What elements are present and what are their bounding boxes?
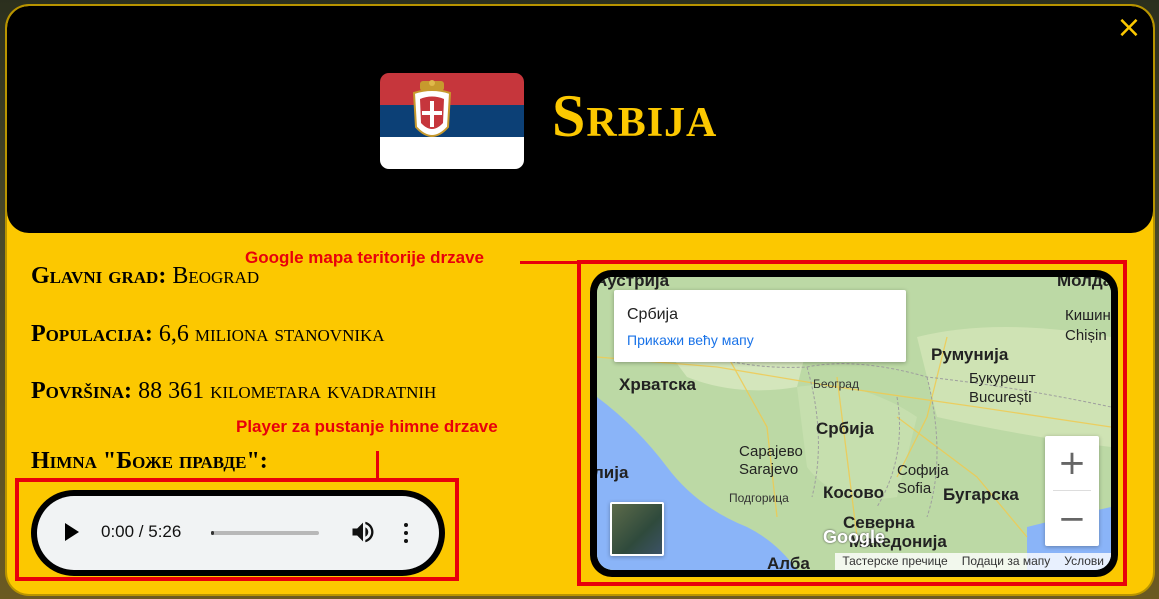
area-row: Površina: 88 361 kilometara kvadratnih: [31, 378, 436, 405]
map-data-link[interactable]: Подаци за мапу: [955, 553, 1058, 570]
map-label-bucuresti-lat: București: [969, 389, 1032, 406]
anthem-label: Himna "Боже правде":: [31, 448, 268, 474]
satellite-layer-toggle[interactable]: [610, 502, 664, 556]
map-label-beograd: Београд: [813, 377, 859, 391]
map-label-kosovo: Косово: [823, 483, 884, 502]
map-label-sarajevo-lat: Sarajevo: [739, 461, 799, 478]
map-label-kishinev: Кишин: [1065, 307, 1111, 324]
map-zoom-controls: + −: [1045, 436, 1099, 546]
keyboard-shortcuts-link[interactable]: Тастерске пречице: [835, 553, 954, 570]
view-larger-map-link[interactable]: Прикажи већу мапу: [627, 332, 754, 348]
map-label-podgorica: Подгорица: [729, 491, 789, 505]
terms-link[interactable]: Услови: [1057, 553, 1111, 570]
map-info-card: Србија Прикажи већу мапу: [614, 290, 906, 362]
country-modal: × Srbija Glavni grad: Beograd Populacija…: [7, 6, 1153, 594]
map-label-bucuresti-cyr: Букурешт: [969, 370, 1036, 387]
player-annotation: Player za pustanje himne drzave: [236, 417, 498, 436]
map-label-sofija-cyr: Софија: [897, 462, 949, 479]
close-icon[interactable]: ×: [1115, 13, 1143, 43]
map-label-albanija: Алба: [767, 554, 810, 570]
capital-label: Glavni grad:: [31, 263, 167, 289]
serbia-flag-icon: [380, 73, 524, 169]
player-time: 0:00 / 5:26: [101, 522, 182, 541]
map-label-bugarska: Бугарска: [943, 485, 1019, 504]
map-label-chisin: Chișin: [1065, 327, 1107, 344]
map-frame: Аустрија Молдав Кишин Chișin Румунија Хр…: [590, 270, 1118, 577]
population-row: Populacija: 6,6 miliona stanovnika: [31, 321, 385, 348]
play-icon[interactable]: [65, 523, 79, 541]
modal-header: × Srbija: [7, 6, 1153, 233]
zoom-in-button[interactable]: +: [1045, 436, 1099, 490]
volume-icon[interactable]: [349, 518, 377, 546]
population-label: Populacija:: [31, 321, 153, 347]
map-label-sofija-lat: Sofia: [897, 480, 932, 497]
google-map[interactable]: Аустрија Молдав Кишин Chișin Румунија Хр…: [597, 277, 1111, 570]
area-value: 88 361 kilometara kvadratnih: [138, 378, 437, 404]
map-label-sarajevo-cyr: Сарајево: [739, 443, 803, 460]
map-label-lija: лија: [597, 463, 629, 482]
more-options-icon[interactable]: [401, 520, 411, 546]
page-title: Srbija: [552, 83, 718, 149]
map-label-romania: Румунија: [931, 345, 1009, 364]
google-logo: Google: [823, 527, 885, 547]
map-label-croatia: Хрватска: [619, 375, 696, 394]
population-value: 6,6 miliona stanovnika: [158, 321, 385, 347]
progress-slider[interactable]: [211, 531, 319, 535]
map-footer: Тастерске пречице Подаци за мапу Услови: [835, 553, 1111, 570]
map-label-srbija: Србија: [816, 419, 874, 438]
map-place-name: Србија: [627, 306, 679, 323]
map-annotation: Google mapa teritorije drzave: [245, 248, 485, 267]
anthem-row: Himna "Боже правде":: [31, 448, 268, 475]
map-label-moldova: Молдав: [1057, 277, 1111, 290]
zoom-out-button[interactable]: −: [1045, 492, 1099, 546]
capital-row: Glavni grad: Beograd: [31, 263, 259, 290]
area-label: Površina:: [31, 378, 133, 404]
map-label-austria: Аустрија: [597, 277, 670, 290]
anthem-audio-player: 0:00 / 5:26: [31, 490, 445, 576]
player-annotation-line: [376, 451, 379, 479]
